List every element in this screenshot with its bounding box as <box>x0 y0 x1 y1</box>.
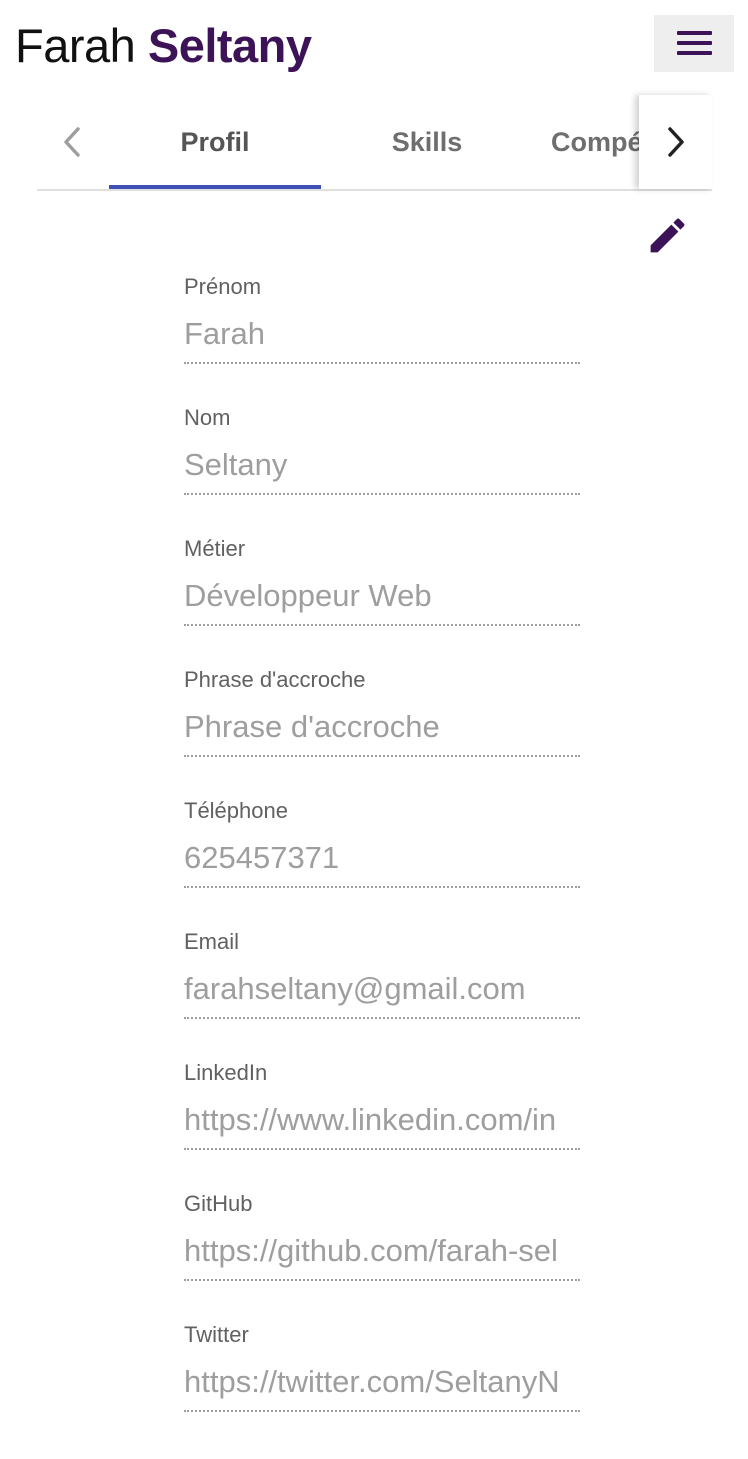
chevron-right-icon <box>667 127 684 157</box>
chevron-left-icon <box>64 127 80 157</box>
menu-icon <box>677 31 712 35</box>
menu-icon-bar <box>677 41 712 45</box>
field-label: Phrase d'accroche <box>184 667 366 692</box>
field-label: Métier <box>184 536 246 561</box>
email-input[interactable]: farahseltany@gmail.com <box>184 971 580 1007</box>
field-phrase-accroche: Phrase d'accroche Phrase d'accroche <box>184 667 580 757</box>
active-tab-indicator <box>109 185 321 189</box>
menu-button[interactable] <box>654 15 734 72</box>
tab-label: Skills <box>391 126 463 157</box>
brand-first-name: Farah <box>15 19 136 72</box>
pencil-icon <box>650 218 685 253</box>
tab-scroll-right-button[interactable] <box>639 95 712 189</box>
field-label: Email <box>184 929 240 954</box>
linkedin-input[interactable]: https://www.linkedin.com/in <box>184 1102 580 1138</box>
metier-input[interactable]: Développeur Web <box>184 578 580 614</box>
field-underline <box>184 624 580 626</box>
tab-bar: Profil Skills Compé <box>37 95 712 191</box>
tab-label: Compé <box>551 126 639 157</box>
tab-competences[interactable]: Compé <box>533 95 639 189</box>
field-label: LinkedIn <box>184 1060 268 1085</box>
phrase-accroche-input[interactable]: Phrase d'accroche <box>184 709 580 745</box>
edit-button[interactable] <box>645 213 690 258</box>
field-prenom: Prénom Farah <box>184 274 580 364</box>
menu-icon-bar <box>677 51 712 55</box>
field-nom: Nom Seltany <box>184 405 580 495</box>
telephone-input[interactable]: 625457371 <box>184 840 580 876</box>
field-linkedin: LinkedIn https://www.linkedin.com/in <box>184 1060 580 1150</box>
github-input[interactable]: https://github.com/farah-sel <box>184 1233 580 1269</box>
field-underline <box>184 755 580 757</box>
field-underline <box>184 886 580 888</box>
twitter-input[interactable]: https://twitter.com/SeltanyN <box>184 1364 580 1400</box>
brand-last-name: Seltany <box>147 19 312 72</box>
field-label: Twitter <box>184 1322 249 1347</box>
profile-page: Farah Seltany Profil Skills Compé Prénom… <box>0 0 748 1459</box>
field-underline <box>184 1279 580 1281</box>
field-telephone: Téléphone 625457371 <box>184 798 580 888</box>
field-underline <box>184 1410 580 1412</box>
field-email: Email farahseltany@gmail.com <box>184 929 580 1019</box>
field-underline <box>184 1148 580 1150</box>
brand-title[interactable]: Farah Seltany <box>15 16 312 76</box>
tab-label: Profil <box>180 126 250 157</box>
tab-scroll-left-button[interactable] <box>37 95 107 189</box>
tab-profil[interactable]: Profil <box>109 95 321 189</box>
field-twitter: Twitter https://twitter.com/SeltanyN <box>184 1322 580 1412</box>
field-underline <box>184 493 580 495</box>
field-github: GitHub https://github.com/farah-sel <box>184 1191 580 1281</box>
field-metier: Métier Développeur Web <box>184 536 580 626</box>
field-label: Prénom <box>184 274 262 299</box>
field-label: GitHub <box>184 1191 253 1216</box>
field-underline <box>184 1017 580 1019</box>
prenom-input[interactable]: Farah <box>184 316 580 352</box>
tab-list: Profil Skills Compé <box>109 95 639 189</box>
field-label: Téléphone <box>184 798 288 823</box>
field-underline <box>184 362 580 364</box>
nom-input[interactable]: Seltany <box>184 447 580 483</box>
tab-skills[interactable]: Skills <box>321 95 533 189</box>
field-label: Nom <box>184 405 231 430</box>
